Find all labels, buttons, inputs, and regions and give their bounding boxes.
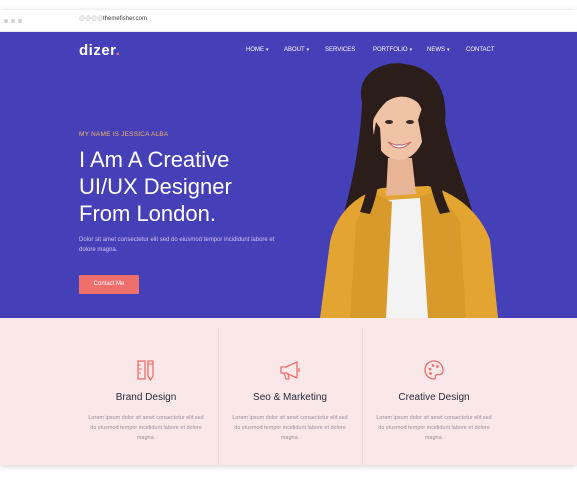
hero-description: Dolor sit amet consectetur elit sed do e… xyxy=(79,237,275,253)
service-card-brand-design: Brand Design Lorem ipsum dolor sit amet … xyxy=(74,318,218,465)
nav-item-contact[interactable]: CONTACT xyxy=(466,47,495,53)
nav-label: CONTACT xyxy=(466,47,495,53)
services-section: Brand Design Lorem ipsum dolor sit amet … xyxy=(0,318,577,465)
nav-label: ABOUT xyxy=(284,47,305,53)
nav-item-home[interactable]: HOME ▾ xyxy=(246,47,269,53)
nav-item-news[interactable]: NEWS ▾ xyxy=(427,47,450,53)
logo-dot: . xyxy=(115,42,121,59)
hero-eyebrow: MY NAME IS JESSICA ALBA xyxy=(79,131,169,138)
browser-bar: @@@@ | themefisher.com xyxy=(0,10,577,32)
service-description: Lorem ipsum dolor sit amet consectetur e… xyxy=(232,415,348,441)
chevron-down-icon: ▾ xyxy=(306,47,310,53)
contact-me-button[interactable]: Contact Me xyxy=(79,275,139,294)
headline-line: I Am A Creative xyxy=(79,147,230,172)
window-dot-icon xyxy=(4,19,8,23)
megaphone-icon xyxy=(280,361,300,380)
nav-label: HOME xyxy=(246,47,264,53)
nav-label: PORTFOLIO xyxy=(373,47,408,53)
window-dot-icon xyxy=(11,19,15,23)
nav-item-services[interactable]: SERVICES xyxy=(325,47,355,53)
service-card-creative-design: Creative Design Lorem ipsum dolor sit am… xyxy=(362,318,506,465)
chevron-down-icon: ▾ xyxy=(447,47,450,53)
ruler-pencil-icon xyxy=(137,360,154,382)
service-title: Seo & Marketing xyxy=(253,392,327,403)
portrait-image xyxy=(320,63,498,318)
service-title: Creative Design xyxy=(398,392,470,403)
site-logo[interactable]: dizer. xyxy=(79,42,120,59)
service-description: Lorem ipsum dolor sit amet consectetur e… xyxy=(376,415,492,441)
nav-item-portfolio[interactable]: PORTFOLIO ▾ xyxy=(373,47,412,53)
nav-item-about[interactable]: ABOUT ▾ xyxy=(284,47,309,53)
chevron-down-icon: ▾ xyxy=(409,47,413,53)
window-dot-icon xyxy=(18,19,22,23)
service-description: Lorem ipsum dolor sit amet consectetur e… xyxy=(88,415,204,441)
service-title: Brand Design xyxy=(115,392,177,403)
nav-label: SERVICES xyxy=(325,47,356,53)
hero-headline: I Am A Creative UI/UX Designer From Lond… xyxy=(79,146,279,227)
headline-line: UI/UX Designer xyxy=(79,174,232,199)
logo-text: dizer xyxy=(79,42,116,59)
website-preview-frame: @@@@ | themefisher.com dizer. HOME ▾ ABOU… xyxy=(0,10,577,465)
headline-line: From London. xyxy=(79,201,216,226)
address-bar-url[interactable]: themefisher.com xyxy=(103,16,147,22)
hero-section: dizer. HOME ▾ ABOUT ▾ SERVICES PORTFOLIO ▾ … xyxy=(0,32,577,318)
nav-label: NEWS xyxy=(427,47,445,53)
service-card-seo-marketing: Seo & Marketing Lorem ipsum dolor sit am… xyxy=(218,318,362,465)
palette-icon xyxy=(424,360,444,380)
chevron-down-icon: ▾ xyxy=(266,47,269,53)
